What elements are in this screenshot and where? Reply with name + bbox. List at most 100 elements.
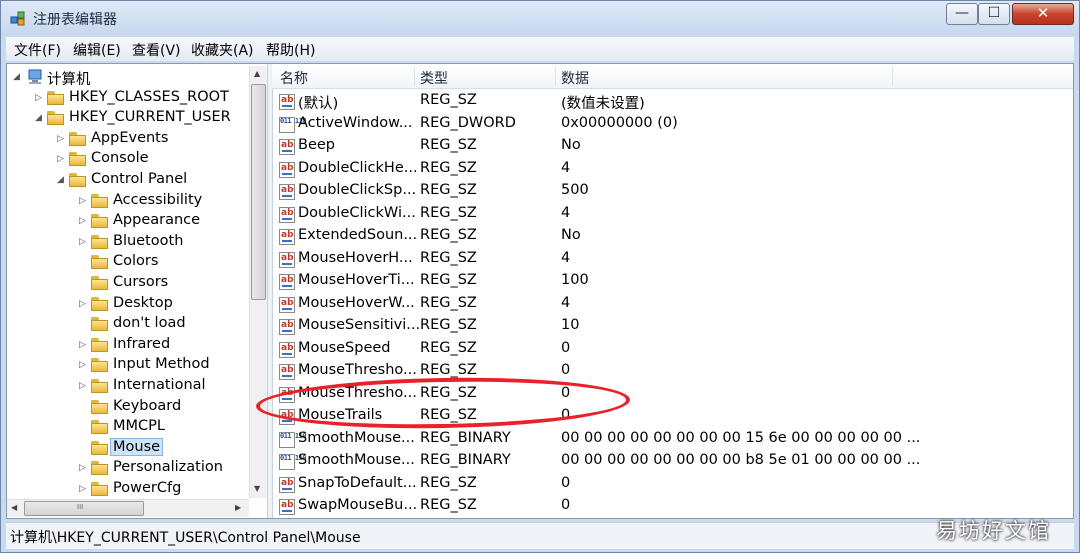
- minimize-button[interactable]: —: [946, 3, 978, 25]
- tree-vertical-scroll-thumb[interactable]: [251, 84, 266, 300]
- tree-item[interactable]: ▷ Personalization: [79, 459, 247, 479]
- menu-file[interactable]: 文件(F): [14, 40, 61, 60]
- folder-icon: [91, 379, 108, 393]
- value-data: 00 00 00 00 00 00 00 00 15 6e 00 00 00 0…: [561, 429, 921, 446]
- expand-arrow-icon[interactable]: ▷: [79, 196, 89, 206]
- tree-item[interactable]: ▷ Infrared: [79, 336, 247, 356]
- scroll-grip-icon: III: [77, 503, 84, 511]
- tree-item[interactable]: Keyboard: [79, 398, 247, 418]
- value-row[interactable]: ab DoubleClickWi... REG_SZ 4: [272, 204, 1073, 226]
- value-row[interactable]: ab MouseHoverTi... REG_SZ 100: [272, 271, 1073, 293]
- value-row[interactable]: ab SnapToDefault... REG_SZ 0: [272, 474, 1073, 496]
- value-type: REG_SZ: [420, 339, 477, 356]
- value-data: (数值未设置): [561, 96, 645, 112]
- expand-arrow-icon[interactable]: ▷: [57, 154, 67, 164]
- tree-vertical-scrollbar[interactable]: ▲ ▼: [249, 66, 267, 498]
- tree-item-label: HKEY_CURRENT_USER: [69, 109, 231, 126]
- expand-arrow-icon[interactable]: ▷: [35, 93, 45, 103]
- column-divider[interactable]: [555, 66, 556, 86]
- value-data: 0: [561, 474, 571, 491]
- column-divider[interactable]: [892, 66, 893, 86]
- value-name: MouseThresho...: [298, 362, 417, 378]
- tree-item[interactable]: Colors: [79, 253, 247, 273]
- tree-item-label: Infrared: [113, 335, 171, 352]
- string-value-icon: ab: [279, 161, 295, 178]
- scroll-up-icon[interactable]: ▲: [254, 69, 260, 78]
- tree-item[interactable]: Cursors: [79, 274, 247, 294]
- close-button[interactable]: ✕: [1012, 3, 1074, 25]
- tree-item[interactable]: ◢ 计算机: [13, 68, 247, 88]
- tree-item[interactable]: ▷ HKEY_CLASSES_ROOT: [35, 89, 247, 109]
- value-icon-glyph: ab: [281, 477, 294, 488]
- maximize-button[interactable]: ☐: [978, 3, 1010, 25]
- value-row[interactable]: ab MouseSensitivi... REG_SZ 10: [272, 316, 1073, 338]
- value-icon-glyph: ab: [281, 297, 294, 308]
- value-row[interactable]: ab (默认) REG_SZ (数值未设置): [272, 91, 1073, 113]
- menu-view[interactable]: 查看(V): [132, 40, 181, 60]
- scroll-down-icon[interactable]: ▼: [254, 484, 260, 493]
- tree-horizontal-scrollbar[interactable]: ◀ III ▶: [7, 499, 249, 517]
- column-type[interactable]: 类型: [420, 68, 448, 88]
- tree-item[interactable]: ▷ Console: [57, 150, 247, 170]
- tree-item[interactable]: ▷ Accessibility: [79, 192, 247, 212]
- column-data[interactable]: 数据: [561, 68, 589, 88]
- collapse-arrow-icon[interactable]: ◢: [13, 72, 23, 82]
- value-row[interactable]: ab MouseHoverW... REG_SZ 4: [272, 294, 1073, 316]
- tree-item[interactable]: don't load: [79, 315, 247, 335]
- expand-arrow-icon[interactable]: ▷: [57, 134, 67, 144]
- value-row[interactable]: 011 110 SmoothMouse... REG_BINARY 00 00 00 …: [272, 429, 1073, 451]
- expand-arrow-icon[interactable]: ▷: [79, 237, 89, 247]
- value-type: REG_SZ: [420, 159, 477, 176]
- expand-arrow-icon[interactable]: ▷: [79, 216, 89, 226]
- tree-item[interactable]: ◢ Control Panel: [57, 171, 247, 191]
- menu-favorites[interactable]: 收藏夹(A): [191, 40, 254, 60]
- collapse-arrow-icon[interactable]: ◢: [35, 113, 45, 123]
- tree-item[interactable]: ▷ PowerCfg: [79, 480, 247, 500]
- expand-arrow-icon[interactable]: ▷: [79, 484, 89, 494]
- value-row[interactable]: ab ExtendedSoun... REG_SZ No: [272, 226, 1073, 248]
- tree-item[interactable]: ◢ HKEY_CURRENT_USER: [35, 109, 247, 129]
- value-row[interactable]: ab DoubleClickSp... REG_SZ 500: [272, 181, 1073, 203]
- value-row[interactable]: ab MouseSpeed REG_SZ 0: [272, 339, 1073, 361]
- column-name[interactable]: 名称: [280, 68, 308, 88]
- scroll-left-icon[interactable]: ◀: [11, 503, 17, 512]
- menu-help[interactable]: 帮助(H): [266, 40, 315, 60]
- tree-item[interactable]: ▷ Bluetooth: [79, 233, 247, 253]
- value-name: MouseHoverH...: [298, 249, 413, 266]
- tree-item[interactable]: MMCPL: [79, 418, 247, 438]
- title-bar[interactable]: 注册表编辑器 — ☐ ✕: [1, 1, 1079, 35]
- collapse-arrow-icon[interactable]: ◢: [57, 175, 67, 185]
- expand-arrow-icon[interactable]: ▷: [79, 463, 89, 473]
- value-row[interactable]: 011 110 SmoothMouse... REG_BINARY 00 00 00 …: [272, 451, 1073, 473]
- folder-icon: [91, 255, 108, 270]
- value-name: (默认): [298, 96, 339, 112]
- expand-arrow-icon[interactable]: ▷: [79, 381, 89, 391]
- menu-edit[interactable]: 编辑(E): [73, 40, 121, 60]
- tree-item[interactable]: ▷ AppEvents: [57, 130, 247, 150]
- value-row[interactable]: 011 110 ActiveWindow... REG_DWORD 0x0000000…: [272, 114, 1073, 136]
- tree-item[interactable]: ▷ International: [79, 377, 247, 397]
- value-row[interactable]: ab MouseHoverH... REG_SZ 4: [272, 249, 1073, 271]
- maximize-icon: ☐: [987, 5, 1001, 21]
- value-type: REG_SZ: [420, 294, 477, 311]
- tree-item[interactable]: ▷ Input Method: [79, 356, 247, 376]
- expand-arrow-icon[interactable]: ▷: [79, 299, 89, 309]
- value-type: REG_SZ: [420, 362, 477, 378]
- string-value-icon: ab: [279, 251, 295, 268]
- tree-horizontal-scroll-thumb[interactable]: III: [24, 501, 144, 516]
- value-row[interactable]: ab DoubleClickHe... REG_SZ 4: [272, 159, 1073, 181]
- expand-arrow-icon[interactable]: ▷: [79, 360, 89, 370]
- tree-item[interactable]: Mouse: [79, 437, 247, 459]
- string-value-icon: ab: [279, 184, 295, 200]
- expand-arrow-icon[interactable]: ▷: [79, 340, 89, 350]
- column-divider[interactable]: [414, 66, 415, 86]
- tree-item-label: 计算机: [47, 72, 91, 88]
- value-row[interactable]: ab Beep REG_SZ No: [272, 136, 1073, 158]
- value-data: 100: [561, 272, 589, 288]
- value-name: MouseHoverTi...: [298, 272, 415, 288]
- value-name: SnapToDefault...: [298, 474, 417, 491]
- scroll-right-icon[interactable]: ▶: [235, 503, 241, 512]
- tree-item[interactable]: ▷ Appearance: [79, 212, 247, 232]
- tree-item[interactable]: ▷ Desktop: [79, 295, 247, 315]
- value-name: MouseSpeed: [298, 339, 391, 356]
